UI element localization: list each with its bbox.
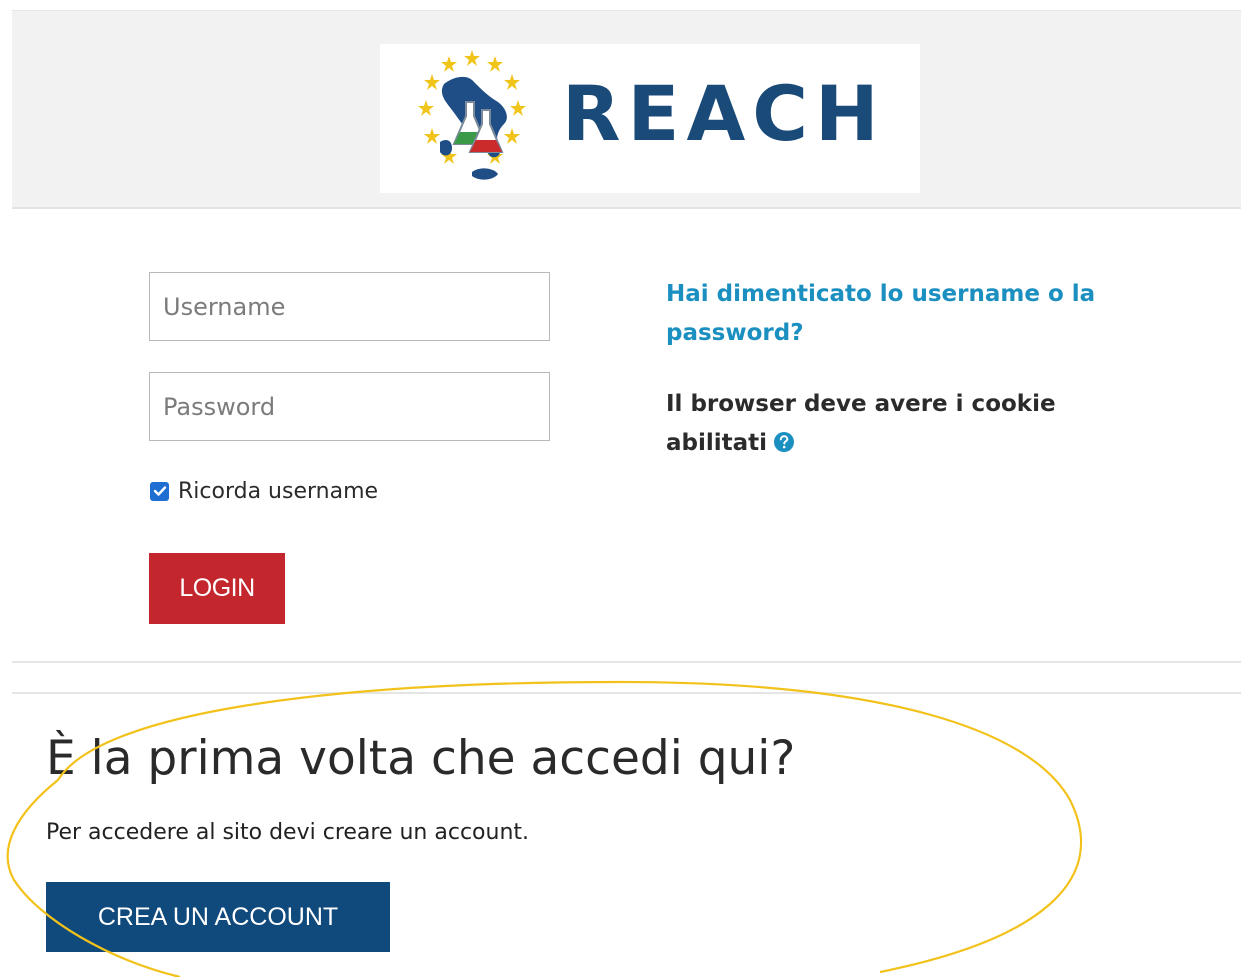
section-divider xyxy=(12,661,1241,663)
login-page: REACH Ricorda username LOGIN Hai dimenti… xyxy=(0,0,1241,977)
question-circle-icon[interactable] xyxy=(773,431,795,453)
cookie-notice-text: Il browser deve avere i cookie abilitati xyxy=(666,391,1056,456)
create-account-button[interactable]: CREA UN ACCOUNT xyxy=(46,882,390,952)
remember-username[interactable]: Ricorda username xyxy=(150,475,378,507)
password-input[interactable] xyxy=(149,372,550,441)
login-button[interactable]: LOGIN xyxy=(149,553,285,624)
forgot-credentials-link[interactable]: Hai dimenticato lo username o la passwor… xyxy=(666,275,1116,353)
username-input[interactable] xyxy=(149,272,550,341)
site-logo[interactable]: REACH xyxy=(380,44,920,193)
signup-description: Per accedere al sito devi creare un acco… xyxy=(46,820,530,845)
reach-emblem-icon xyxy=(418,50,526,180)
remember-checkbox[interactable] xyxy=(150,481,169,501)
site-header: REACH xyxy=(12,10,1241,209)
first-time-heading: È la prima volta che accedi qui? xyxy=(46,731,796,786)
cookie-notice: Il browser deve avere i cookie abilitati xyxy=(666,385,1116,463)
check-icon xyxy=(153,486,166,496)
brand-name: REACH xyxy=(562,69,886,158)
section-divider xyxy=(12,692,1241,694)
remember-label: Ricorda username xyxy=(178,478,379,504)
